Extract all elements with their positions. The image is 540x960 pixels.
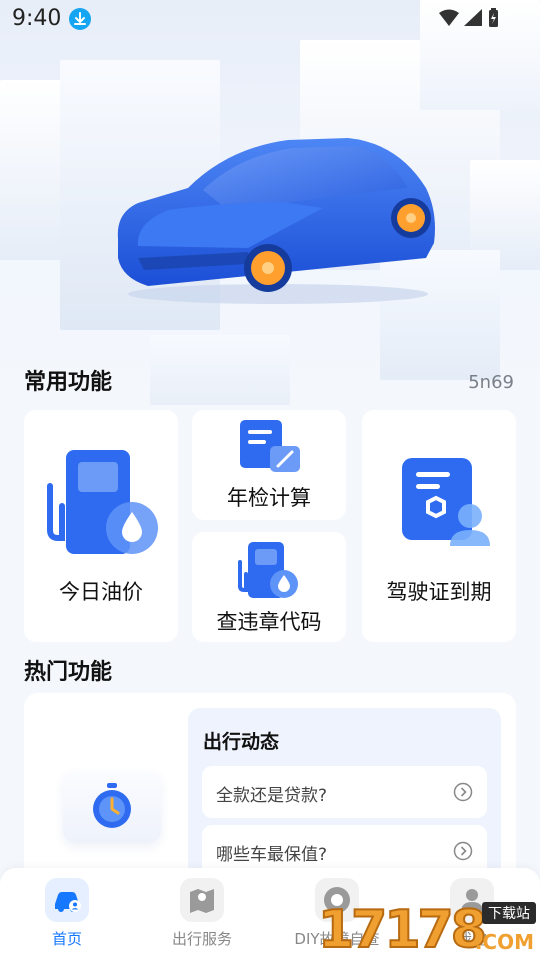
status-time: 9:40 bbox=[12, 6, 62, 31]
card-inspection-calc[interactable]: 年检计算 bbox=[192, 410, 346, 520]
card-violation-code-label: 查违章代码 bbox=[216, 610, 322, 634]
trends-title: 出行动态 bbox=[203, 731, 280, 753]
car-illustration bbox=[117, 138, 435, 304]
card-violation-code[interactable]: 查违章代码 bbox=[192, 532, 346, 642]
download-icon bbox=[69, 8, 91, 30]
watermark-suffix: .COM bbox=[474, 930, 534, 954]
signal-battery-icons bbox=[439, 8, 498, 27]
version-code: 5n69 bbox=[468, 372, 514, 393]
trend-item-text: 全款还是贷款? bbox=[216, 786, 328, 806]
map-icon bbox=[180, 878, 224, 922]
timer-tile[interactable] bbox=[63, 771, 161, 843]
car-home-icon bbox=[45, 878, 89, 922]
chevron-right-icon bbox=[453, 782, 473, 802]
status-bar: 9:40 bbox=[0, 0, 540, 36]
tab-travel-services[interactable]: 出行服务 bbox=[147, 868, 257, 960]
wifi-icon bbox=[439, 9, 459, 26]
document-edit-icon bbox=[240, 420, 300, 472]
card-license-expiry[interactable]: 驾驶证到期 bbox=[362, 410, 516, 642]
fuel-station-small-icon bbox=[238, 542, 298, 598]
card-inspection-calc-label: 年检计算 bbox=[227, 486, 311, 510]
watermark-tag: 下载站 bbox=[482, 902, 536, 924]
chevron-right-icon bbox=[453, 841, 473, 861]
watermark-logo: 17178 下载站 .COM bbox=[317, 899, 540, 960]
license-card-icon bbox=[402, 458, 490, 546]
tab-home[interactable]: 首页 bbox=[12, 868, 122, 960]
trend-item[interactable]: 全款还是贷款? bbox=[202, 766, 487, 818]
hot-functions-title: 热门功能 bbox=[24, 660, 113, 685]
watermark-digits: 17178 bbox=[317, 899, 488, 960]
tab-label: 首页 bbox=[51, 930, 82, 948]
card-license-expiry-label: 驾驶证到期 bbox=[386, 580, 492, 604]
hero-banner bbox=[0, 0, 540, 420]
card-fuel-price-label: 今日油价 bbox=[59, 580, 143, 604]
trend-item-text: 哪些车最保值? bbox=[216, 845, 328, 865]
stopwatch-icon bbox=[93, 783, 131, 828]
common-functions-title: 常用功能 bbox=[24, 370, 113, 395]
fuel-pump-icon bbox=[47, 450, 158, 554]
card-fuel-price[interactable]: 今日油价 bbox=[24, 410, 178, 642]
bg-block bbox=[150, 335, 290, 405]
cell-signal-icon bbox=[464, 9, 482, 26]
tab-label: 出行服务 bbox=[171, 930, 232, 948]
